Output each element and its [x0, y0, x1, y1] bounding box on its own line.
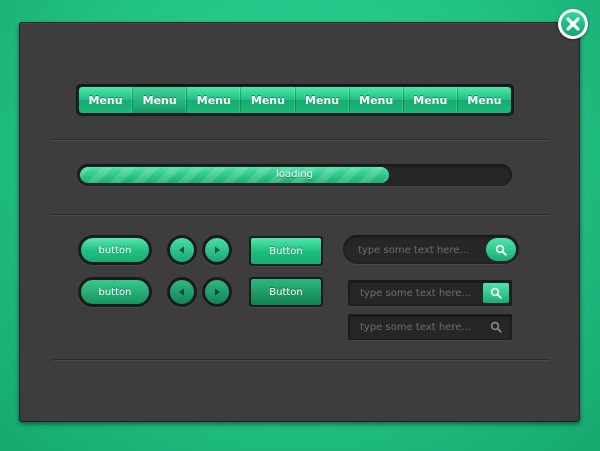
search-pill-input[interactable]	[358, 242, 483, 258]
menu-item-4[interactable]: Menu	[241, 87, 296, 113]
progress-bar: loading	[77, 164, 512, 186]
pill-button-dark-label: button	[81, 280, 149, 304]
menu-item-2[interactable]: Menu	[133, 87, 188, 113]
next-button-light[interactable]	[202, 235, 232, 265]
rect-button-light[interactable]: Button	[249, 236, 323, 266]
progress-label: loading	[276, 169, 313, 180]
rect-button-dark[interactable]: Button	[249, 277, 323, 307]
menu-item-7[interactable]: Menu	[404, 87, 458, 113]
menu-bar: Menu Menu Menu Menu Menu Menu Menu Menu	[76, 84, 514, 116]
divider-1	[53, 139, 549, 141]
triangle-right-icon	[215, 246, 220, 254]
close-button[interactable]	[558, 9, 588, 39]
pill-button-light-label: button	[81, 238, 149, 262]
divider-2	[53, 214, 549, 216]
next-button-dark[interactable]	[202, 277, 232, 307]
menu-bar-inner: Menu Menu Menu Menu Menu Menu Menu Menu	[79, 87, 511, 113]
triangle-left-icon	[179, 288, 184, 296]
close-icon	[566, 17, 580, 31]
prev-button-light-face	[170, 238, 194, 262]
search-box-green-input[interactable]	[360, 286, 480, 300]
menu-item-3[interactable]: Menu	[187, 87, 242, 113]
prev-button-light[interactable]	[167, 235, 197, 265]
search-pill-button[interactable]	[486, 238, 516, 261]
menu-item-1[interactable]: Menu	[79, 87, 134, 113]
search-pill	[343, 235, 519, 264]
search-box-plain-input[interactable]	[360, 320, 480, 334]
next-button-dark-face	[205, 280, 229, 304]
triangle-right-icon	[215, 288, 220, 296]
next-button-light-face	[205, 238, 229, 262]
search-box-plain	[348, 314, 512, 340]
search-box-green	[348, 280, 512, 306]
search-box-green-button[interactable]	[483, 283, 509, 303]
triangle-left-icon	[179, 246, 184, 254]
magnifier-icon	[490, 321, 502, 333]
divider-3	[53, 359, 549, 361]
menu-item-5[interactable]: Menu	[296, 87, 350, 113]
magnifier-icon	[490, 287, 502, 299]
menu-item-8[interactable]: Menu	[458, 87, 511, 113]
rect-button-dark-label: Button	[251, 279, 321, 305]
magnifier-icon	[495, 244, 507, 256]
pill-button-light[interactable]: button	[78, 235, 152, 265]
prev-button-dark[interactable]	[167, 277, 197, 307]
menu-item-6[interactable]: Menu	[350, 87, 404, 113]
search-box-plain-button[interactable]	[483, 317, 509, 337]
main-panel	[19, 22, 580, 422]
pill-button-dark[interactable]: button	[78, 277, 152, 307]
rect-button-light-label: Button	[251, 238, 321, 264]
prev-button-dark-face	[170, 280, 194, 304]
